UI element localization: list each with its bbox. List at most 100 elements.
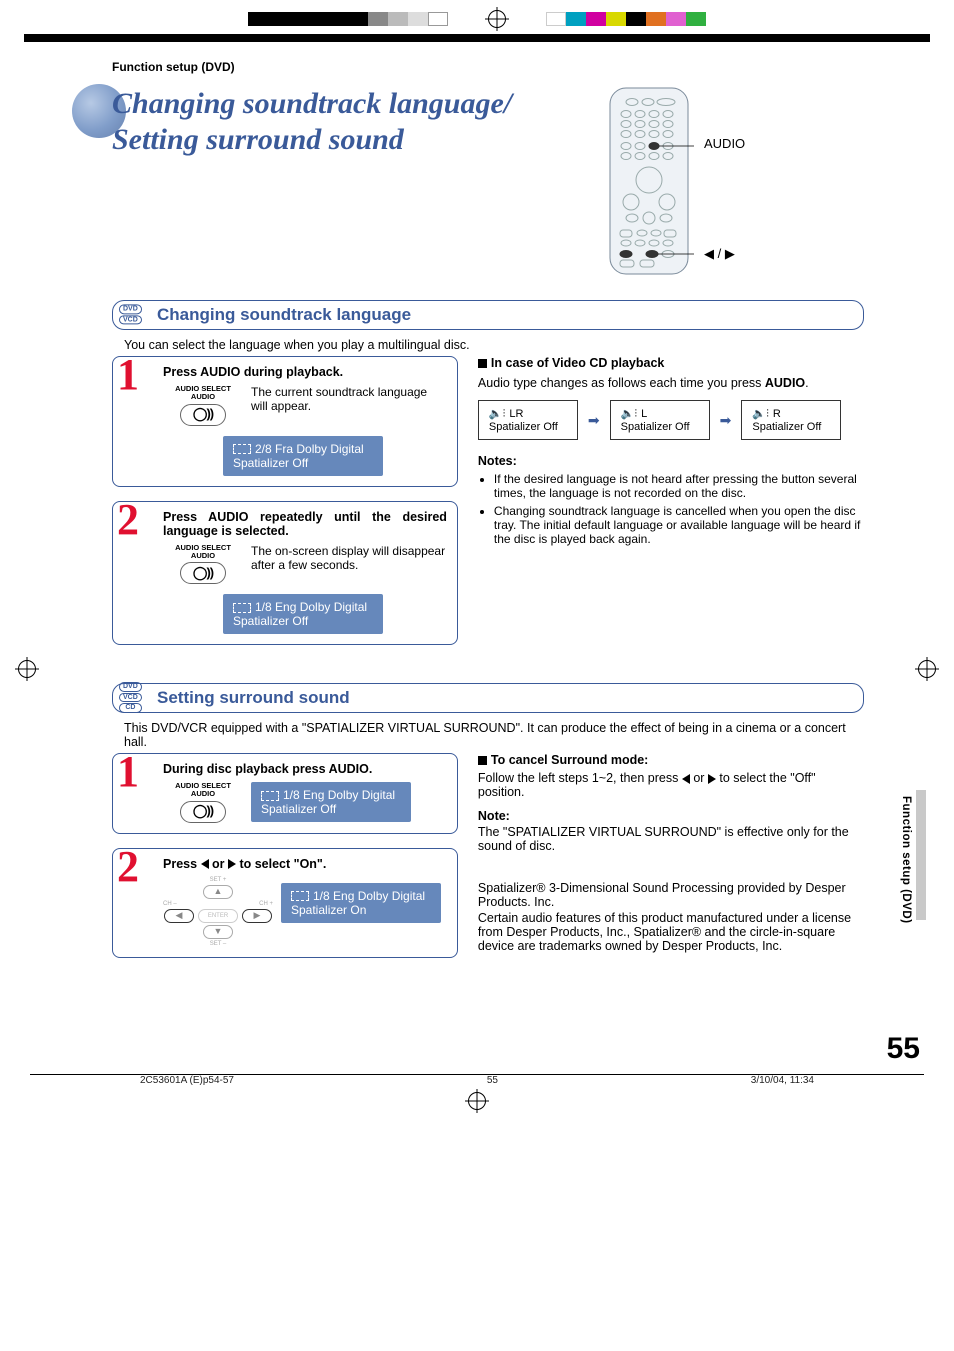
badge-vcd: VCD: [119, 693, 142, 703]
footer-center: 55: [487, 1075, 498, 1086]
nav-left-button-icon: ◀: [164, 909, 194, 923]
section2-step2: 2 Press or to select "On". SET + ▲ CH – …: [112, 848, 458, 958]
speaker-icon: 🔈⫶: [489, 407, 505, 421]
vcd-flow-diagram: 🔈⫶LR Spatializer Off ➡ 🔈⫶L Spatializer O…: [478, 400, 864, 440]
badge-dvd: DVD: [119, 304, 142, 314]
badge-vcd: VCD: [119, 315, 142, 325]
audio-button-graphic-2: AUDIO SELECT AUDIO ◯)): [163, 544, 243, 585]
audio-button-graphic-3: AUDIO SELECT AUDIO ◯)): [163, 782, 243, 823]
right-triangle-icon: [228, 859, 236, 869]
section2-step1: 1 During disc playback press AUDIO. AUDI…: [112, 753, 458, 834]
osd-display-2: 1/8 Eng Dolby Digital Spatializer Off: [223, 594, 383, 634]
btn-label-2b: AUDIO: [163, 552, 243, 560]
osd-display-1: 2/8 Fra Dolby Digital Spatializer Off: [223, 436, 383, 476]
side-tab-label: Function setup (DVD): [900, 796, 912, 924]
remote-callout-arrows: ◀ / ▶: [704, 246, 745, 262]
osd-display-3: 1/8 Eng Dolby Digital Spatializer Off: [251, 782, 411, 822]
print-registration-marks: [0, 0, 954, 34]
cancel-subheading: To cancel Surround mode:: [478, 753, 864, 767]
section-header-surround: DVD VCD CD Setting surround sound: [112, 683, 864, 713]
title-line1: Changing soundtrack language/: [112, 87, 512, 120]
section2-heading: Setting surround sound: [157, 688, 851, 708]
thumb-tab-icon: [916, 790, 926, 920]
footer-right: 3/10/04, 11:34: [751, 1075, 814, 1086]
osd1-l2: Spatializer Off: [233, 456, 373, 470]
s1-step1-title: Press AUDIO during playback.: [163, 365, 447, 379]
badge-cd: CD: [119, 703, 142, 713]
nav-down-button-icon: ▼: [203, 925, 233, 939]
left-triangle-icon: [201, 859, 209, 869]
osd3-l1: 1/8 Eng Dolby Digital: [283, 788, 395, 802]
notes-list: If the desired language is not heard aft…: [478, 472, 864, 546]
legal-p2: Certain audio features of this product m…: [478, 911, 864, 953]
page-title: Changing soundtrack language/ Setting su…: [112, 86, 568, 158]
nav-enter-button-icon: ENTER: [198, 909, 238, 923]
audio-button-icon: ◯)): [180, 801, 226, 823]
speech-icon: [233, 444, 251, 454]
osd4-l2: Spatializer On: [291, 903, 431, 917]
audio-button-graphic: AUDIO SELECT AUDIO ◯)): [163, 385, 243, 426]
arrow-right-icon: ➡: [720, 412, 732, 429]
osd1-l1: 2/8 Fra Dolby Digital: [255, 442, 364, 456]
side-tab: Function setup (DVD): [836, 790, 926, 1210]
footer-left: 2C53601A (E)p54-57: [140, 1075, 234, 1086]
osd4-l1: 1/8 Eng Dolby Digital: [313, 889, 425, 903]
osd3-l2: Spatializer Off: [261, 802, 401, 816]
step-number-1-icon: 1: [117, 353, 139, 397]
badge-dvd: DVD: [119, 682, 142, 692]
note-label: Note:: [478, 809, 864, 823]
cancel-paragraph: Follow the left steps 1~2, then press or…: [478, 771, 864, 799]
audio-button-icon: ◯)): [180, 404, 226, 426]
vcd-paragraph: Audio type changes as follows each time …: [478, 376, 864, 390]
page-number: 55: [0, 1032, 920, 1066]
notes-label: Notes:: [478, 454, 864, 468]
step-number-1-icon: 1: [117, 750, 139, 794]
title-line2: Setting surround sound: [112, 123, 404, 156]
remote-icon: [604, 86, 694, 276]
nav-up-button-icon: ▲: [203, 885, 233, 899]
note-1: If the desired language is not heard aft…: [494, 472, 864, 500]
disc-badges-2: DVD VCD CD: [119, 682, 142, 714]
btn-label-2: AUDIO: [163, 393, 243, 401]
section1-heading: Changing soundtrack language: [157, 305, 851, 325]
section1-step2: 2 Press AUDIO repeatedly until the desir…: [112, 501, 458, 646]
registration-mark-icon: [488, 10, 506, 28]
speech-icon: [233, 603, 251, 613]
step-number-2-icon: 2: [117, 845, 139, 889]
nav-right-button-icon: ▶: [242, 909, 272, 923]
vcd-subheading: In case of Video CD playback: [478, 356, 864, 370]
vcd-box-lr: 🔈⫶LR Spatializer Off: [478, 400, 578, 440]
s1-step2-body: The on-screen display will disappear aft…: [251, 544, 447, 572]
arrow-right-icon: ➡: [588, 412, 600, 429]
vcd-box-r: 🔈⫶R Spatializer Off: [741, 400, 841, 440]
section2-intro: This DVD/VCR equipped with a "SPATIALIZE…: [124, 721, 864, 749]
registration-mark-bottom-icon: [468, 1092, 486, 1110]
section-header-changing-language: DVD VCD Changing soundtrack language: [112, 300, 864, 330]
running-header: Function setup (DVD): [112, 60, 864, 74]
disc-badges: DVD VCD: [119, 304, 142, 325]
osd2-l1: 1/8 Eng Dolby Digital: [255, 600, 367, 614]
osd-display-4: 1/8 Eng Dolby Digital Spatializer On: [281, 883, 441, 923]
note-2: Changing soundtrack language is cancelle…: [494, 504, 864, 546]
section1-intro: You can select the language when you pla…: [124, 338, 864, 352]
color-swatches: [546, 12, 706, 26]
speech-icon: [261, 791, 279, 801]
square-bullet-icon: [478, 756, 487, 765]
audio-button-icon: ◯)): [180, 562, 226, 584]
legal-p1: Spatializer® 3-Dimensional Sound Process…: [478, 881, 864, 909]
btn-label-2c: AUDIO: [163, 790, 243, 798]
vcd-box-l: 🔈⫶L Spatializer Off: [610, 400, 710, 440]
osd2-l2: Spatializer Off: [233, 614, 373, 628]
s1-step1-body: The current soundtrack language will app…: [251, 385, 447, 413]
step-number-2-icon: 2: [117, 498, 139, 542]
nav-pad-graphic: SET + ▲ CH – CH + ◀ ENTER ▶: [163, 877, 273, 947]
s2-step1-title: During disc playback press AUDIO.: [163, 762, 447, 776]
remote-callout-audio: AUDIO: [704, 136, 745, 151]
right-triangle-icon: [708, 774, 716, 784]
speech-icon: [291, 891, 309, 901]
speaker-icon: 🔈⫶: [621, 407, 637, 421]
note-text: The "SPATIALIZER VIRTUAL SURROUND" is ef…: [478, 825, 864, 853]
section1-step1: 1 Press AUDIO during playback. AUDIO SEL…: [112, 356, 458, 487]
left-triangle-icon: [682, 774, 690, 784]
registration-mark-left-icon: [18, 660, 36, 678]
